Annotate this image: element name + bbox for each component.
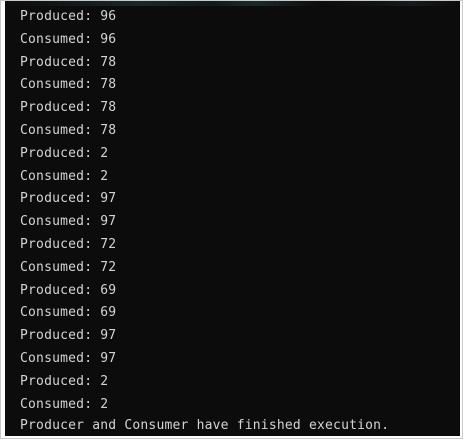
output-line: Consumed: 78 [20, 77, 117, 93]
final-message: Producer and Consumer have finished exec… [20, 418, 390, 433]
output-line: Consumed: 2 [20, 396, 109, 412]
output-line: Consumed: 72 [20, 259, 117, 275]
output-lines: Produced: 96 Consumed: 96 Produced: 78 Cons… [20, 6, 116, 416]
output-line: Produced: 78 [20, 54, 117, 70]
output-line: Consumed: 2 [20, 168, 109, 184]
output-line: Consumed: 97 [20, 350, 117, 366]
output-line: Consumed: 97 [20, 214, 117, 230]
output-line: Consumed: 96 [20, 31, 117, 47]
output-line: Produced: 96 [20, 9, 117, 24]
output-line: Produced: 2 [20, 145, 109, 161]
output-line: Consumed: 78 [20, 122, 117, 138]
terminal-output[interactable]: Produced: 96 Consumed: 96 Produced: 78 Cons… [5, 1, 460, 436]
output-line: Produced: 97 [20, 328, 117, 344]
output-line: Produced: 2 [20, 373, 109, 389]
output-line: Produced: 69 [20, 282, 117, 298]
output-line: Produced: 72 [20, 236, 117, 252]
output-line: Consumed: 69 [20, 305, 117, 321]
output-line: Produced: 97 [20, 191, 117, 207]
screenshot-frame: Produced: 96 Consumed: 96 Produced: 78 Cons… [0, 0, 463, 439]
output-line: Produced: 78 [20, 100, 117, 116]
